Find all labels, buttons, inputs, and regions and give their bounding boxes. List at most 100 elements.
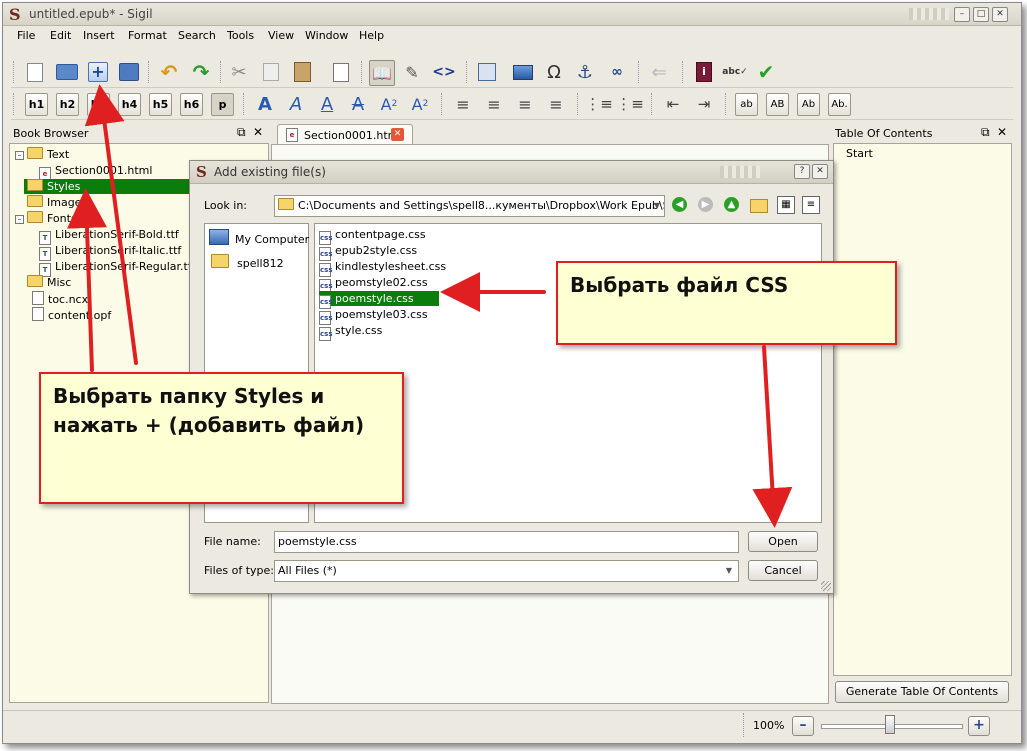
menu-tools[interactable]: Tools xyxy=(227,29,254,42)
resize-grip-icon[interactable] xyxy=(821,581,831,591)
close-button[interactable]: ✕ xyxy=(992,7,1008,22)
sidebar-item-spell812[interactable]: spell812 xyxy=(211,254,284,270)
heading-2-button[interactable]: h2 xyxy=(56,93,79,116)
titlecase-button[interactable]: Ab xyxy=(797,93,820,116)
dialog-close-button[interactable]: ✕ xyxy=(812,164,828,179)
validate-icon[interactable]: ✔ xyxy=(754,60,778,84)
decrease-indent-icon[interactable]: ⇤ xyxy=(661,92,685,116)
file-item[interactable]: css contentpage.css xyxy=(319,227,426,245)
heading-1-button[interactable]: h1 xyxy=(25,93,48,116)
close-panel-icon[interactable]: ✕ xyxy=(997,125,1007,139)
look-in-combo[interactable]: C:\Documents and Settings\spell8...кумен… xyxy=(274,195,665,217)
sentencecase-button[interactable]: Ab. xyxy=(828,93,851,116)
heading-5-button[interactable]: h5 xyxy=(149,93,172,116)
anchor-icon[interactable]: ⚓ xyxy=(573,60,597,84)
heading-6-button[interactable]: h6 xyxy=(180,93,203,116)
toc-entry[interactable]: Start xyxy=(846,146,873,161)
cancel-button[interactable]: Cancel xyxy=(748,560,818,581)
menu-window[interactable]: Window xyxy=(305,29,348,42)
tree-folder-styles[interactable]: Styles xyxy=(24,179,190,194)
new-file-icon[interactable] xyxy=(23,60,47,84)
tree-folder-fonts[interactable]: – Fonts xyxy=(15,211,77,226)
tree-folder-images[interactable]: Images xyxy=(27,195,87,210)
collapse-icon[interactable]: – xyxy=(15,215,24,224)
file-item[interactable]: css style.css xyxy=(319,323,382,341)
italic-icon[interactable]: A xyxy=(284,92,308,116)
float-panel-icon[interactable]: ⧉ xyxy=(237,125,246,140)
generate-toc-button[interactable]: Generate Table Of Contents xyxy=(835,681,1009,703)
save-icon[interactable] xyxy=(117,60,141,84)
menu-format[interactable]: Format xyxy=(128,29,167,42)
collapse-icon[interactable]: – xyxy=(15,151,24,160)
redo-icon[interactable]: ↷ xyxy=(189,60,213,84)
file-item-selected[interactable]: css poemstyle.css xyxy=(319,291,439,309)
link-icon[interactable]: ∞ xyxy=(605,60,629,84)
close-tab-icon[interactable]: ✕ xyxy=(391,128,404,141)
maximize-button[interactable]: □ xyxy=(973,7,989,22)
copy-icon[interactable] xyxy=(259,60,283,84)
forward-nav-icon[interactable]: ▶ xyxy=(698,197,713,212)
tree-file-opf[interactable]: content.opf xyxy=(32,307,111,322)
insert-image-icon[interactable] xyxy=(511,60,535,84)
align-right-icon[interactable]: ≡ xyxy=(513,92,537,116)
bullet-list-icon[interactable]: ⋮≡ xyxy=(585,92,613,116)
code-view-icon[interactable]: <> xyxy=(432,60,456,84)
menu-file[interactable]: File xyxy=(17,29,35,42)
menu-help[interactable]: Help xyxy=(359,29,384,42)
add-file-icon[interactable]: + xyxy=(86,60,110,84)
split-chapter-icon[interactable] xyxy=(475,60,499,84)
menu-view[interactable]: View xyxy=(268,29,294,42)
align-center-icon[interactable]: ≡ xyxy=(482,92,506,116)
spellcheck-icon[interactable]: abc✓ xyxy=(722,60,747,84)
file-name-input[interactable]: poemstyle.css xyxy=(274,531,739,553)
tree-font-regular[interactable]: T LiberationSerif-Regular.ttf xyxy=(39,259,196,277)
paste-icon[interactable] xyxy=(290,60,314,84)
minimize-button[interactable]: – xyxy=(954,7,970,22)
tree-file-section[interactable]: e Section0001.html xyxy=(39,163,152,181)
tree-folder-text[interactable]: – Text xyxy=(15,147,69,162)
new-folder-icon[interactable] xyxy=(750,199,768,213)
tree-folder-misc[interactable]: Misc xyxy=(27,275,71,290)
superscript-icon[interactable]: A2 xyxy=(408,92,432,116)
detail-view-icon[interactable]: ≡ xyxy=(802,196,820,214)
sidebar-item-my-computer[interactable]: My Computer xyxy=(209,229,309,246)
zoom-in-button[interactable]: + xyxy=(968,716,990,736)
tree-file-toc[interactable]: toc.ncx xyxy=(32,291,88,306)
heading-4-button[interactable]: h4 xyxy=(118,93,141,116)
file-item[interactable]: css poemstyle03.css xyxy=(319,307,428,325)
cut-icon[interactable]: ✂ xyxy=(227,60,251,84)
close-panel-icon[interactable]: ✕ xyxy=(253,125,263,139)
back-nav-icon[interactable]: ◀ xyxy=(672,197,687,212)
special-character-icon[interactable]: Ω xyxy=(542,60,566,84)
subscript-icon[interactable]: A2 xyxy=(377,92,401,116)
file-item[interactable]: css peomstyle02.css xyxy=(319,275,428,293)
float-panel-icon[interactable]: ⧉ xyxy=(981,125,990,140)
increase-indent-icon[interactable]: ⇥ xyxy=(692,92,716,116)
list-view-icon[interactable]: ▦ xyxy=(777,196,795,214)
menu-search[interactable]: Search xyxy=(178,29,216,42)
up-folder-icon[interactable]: ▲ xyxy=(724,197,739,212)
paragraph-button[interactable]: p xyxy=(211,93,234,116)
back-icon[interactable]: ⇐ xyxy=(647,60,671,84)
menu-insert[interactable]: Insert xyxy=(83,29,115,42)
tree-font-bold[interactable]: T LiberationSerif-Bold.ttf xyxy=(39,227,179,245)
justify-icon[interactable]: ≡ xyxy=(544,92,568,116)
strikethrough-icon[interactable]: A xyxy=(346,92,370,116)
help-button[interactable]: ? xyxy=(794,164,810,179)
tree-font-italic[interactable]: T LiberationSerif-Italic.ttf xyxy=(39,243,181,261)
print-preview-icon[interactable] xyxy=(329,60,353,84)
numbered-list-icon[interactable]: ⋮≡ xyxy=(616,92,644,116)
undo-icon[interactable]: ↶ xyxy=(157,60,181,84)
editor-tab[interactable]: e Section0001.html ✕ xyxy=(277,124,413,145)
uppercase-button[interactable]: AB xyxy=(766,93,789,116)
underline-icon[interactable]: A xyxy=(315,92,339,116)
file-item[interactable]: css kindlestylesheet.css xyxy=(319,259,446,277)
heading-3-button[interactable]: h3 xyxy=(87,93,110,116)
file-type-select[interactable]: All Files (*) ▼ xyxy=(274,560,739,582)
open-folder-icon[interactable] xyxy=(55,60,79,84)
metadata-icon[interactable]: i xyxy=(692,60,716,84)
book-view-icon[interactable]: 📖 xyxy=(369,60,395,86)
align-left-icon[interactable]: ≡ xyxy=(451,92,475,116)
split-view-icon[interactable]: ✎ xyxy=(400,60,424,84)
open-button[interactable]: Open xyxy=(748,531,818,552)
